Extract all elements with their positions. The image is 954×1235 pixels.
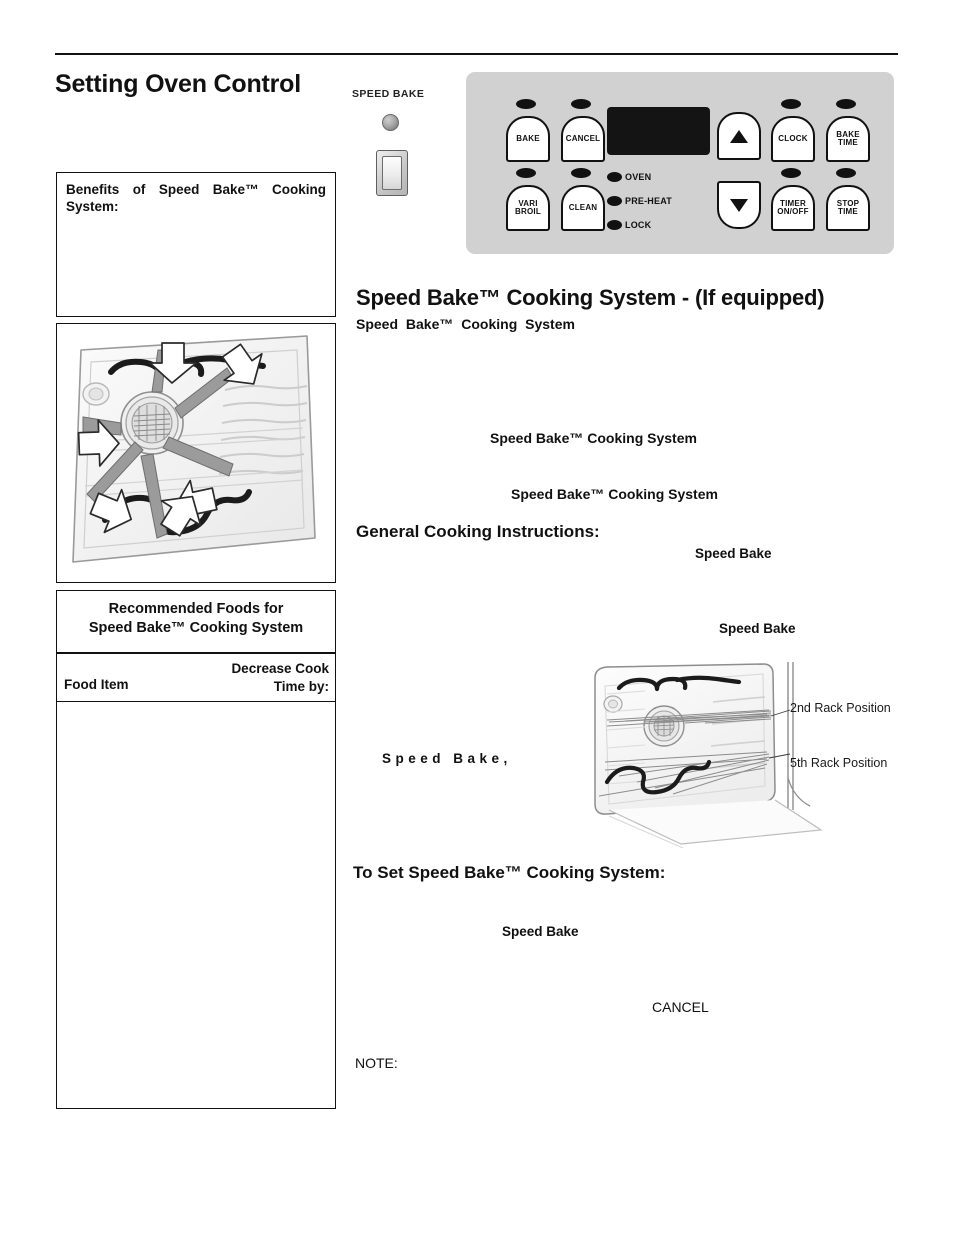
rocker-switch-paddle (382, 156, 402, 190)
body-fragment-6: Speed Bake (502, 924, 579, 939)
led-indicator-clean (571, 168, 591, 178)
status-light-lock: LOCK (607, 220, 651, 230)
bake-button-label: BAKE (516, 133, 540, 143)
stop-time-button[interactable]: STOP TIME (826, 185, 870, 231)
benefits-heading-line1: Benefits of Speed Bake™ Cooking (66, 182, 326, 197)
cancel-button[interactable]: CANCEL (561, 116, 605, 162)
note-label: NOTE: (355, 1055, 398, 1071)
vari-broil-button[interactable]: VARI BROIL (506, 185, 550, 231)
body-fragment-4: Speed Bake (719, 621, 796, 636)
speed-bake-switch-label: SPEED BAKE (352, 88, 425, 100)
oven-rack-illustration (594, 662, 823, 849)
benefits-box: Benefits of Speed Bake™ Cooking System: (56, 172, 336, 317)
oven-lamp-icon (607, 172, 622, 182)
bake-button[interactable]: BAKE (506, 116, 550, 162)
indicator-lamp-icon (382, 114, 399, 131)
foods-table-header-divider (57, 701, 335, 703)
status-light-oven: OVEN (607, 172, 651, 182)
vari-broil-button-label: VARI BROIL (515, 198, 541, 216)
foods-table-divider (57, 652, 335, 654)
pre-heat-lamp-icon (607, 196, 622, 206)
column-header-food-item: Food Item (64, 677, 129, 692)
body-fragment-3: Speed Bake (695, 546, 772, 561)
stop-time-button-label: STOP TIME (836, 198, 860, 216)
led-indicator-bake-time (836, 99, 856, 109)
lock-lamp-icon (607, 220, 622, 230)
oven-rack-diagram: 2nd Rack Position 5th Rack Position (585, 658, 905, 849)
page-top-rule (55, 53, 898, 55)
control-panel-display (607, 107, 710, 155)
pre-heat-label: PRE-HEAT (625, 196, 672, 206)
led-indicator-clock (781, 99, 801, 109)
rack-label-2nd: 2nd Rack Position (790, 701, 891, 715)
benefits-heading-line2: System: (66, 198, 119, 214)
chevron-up-icon (730, 129, 748, 143)
body-fragment-2: Speed Bake™ Cooking System (511, 486, 718, 502)
foods-title-line1: Recommended Foods for (108, 601, 284, 617)
foods-table-header-row: Food Item Decrease Cook Time by: (57, 659, 335, 699)
status-light-pre-heat: PRE-HEAT (607, 196, 672, 206)
foods-table-title: Recommended Foods for Speed Bake™ Cookin… (57, 600, 335, 638)
clean-button[interactable]: CLEAN (561, 185, 605, 231)
timer-button[interactable]: TIMER ON/OFF (771, 185, 815, 231)
cancel-button-label: CANCEL (565, 133, 601, 143)
oven-control-panel: BAKE CANCEL CLOCK BAKE TIME VARI BROIL CLEAN TIM… (466, 72, 894, 254)
foods-title-line2: Speed Bake™ Cooking System (88, 619, 304, 636)
led-indicator-cancel (571, 99, 591, 109)
body-fragment-1: Speed Bake™ Cooking System (490, 430, 697, 446)
led-indicator-stop-time (836, 168, 856, 178)
cancel-keyword: CANCEL (652, 999, 709, 1015)
decrease-arrow-button[interactable] (717, 181, 761, 229)
timer-button-label: TIMER ON/OFF (777, 198, 809, 216)
section-heading: Speed Bake™ Cooking System - (If equippe… (356, 285, 825, 310)
rack-label-5th: 5th Rack Position (790, 756, 888, 770)
led-indicator-vari-broil (516, 168, 536, 178)
clock-button-label: CLOCK (778, 133, 808, 143)
clock-button[interactable]: CLOCK (771, 116, 815, 162)
benefits-heading: Benefits of Speed Bake™ Cooking System: (66, 182, 326, 215)
col-time-line2: Time by: (273, 679, 329, 695)
lock-label: LOCK (625, 220, 652, 230)
bake-time-button-label: BAKE TIME (836, 129, 860, 147)
oven-label: OVEN (625, 172, 652, 182)
column-header-decrease-cook-time: Decrease Cook Time by: (179, 660, 329, 696)
rocker-switch[interactable] (376, 150, 408, 196)
recommended-foods-table: Recommended Foods for Speed Bake™ Cookin… (56, 590, 336, 1109)
body-fragment-5: Speed Bake, (382, 751, 512, 766)
col-time-line1: Decrease Cook (231, 661, 329, 676)
airflow-diagram-box (56, 323, 336, 583)
chevron-down-icon (730, 198, 748, 212)
speed-bake-switch-graphic: SPEED BAKE (352, 88, 434, 203)
led-indicator-bake (516, 99, 536, 109)
general-cooking-instructions-heading: General Cooking Instructions: (356, 522, 600, 541)
bake-time-button[interactable]: BAKE TIME (826, 116, 870, 162)
to-set-speed-bake-heading: To Set Speed Bake™ Cooking System: (353, 863, 666, 882)
airflow-diagram (72, 335, 316, 563)
section-subheading: Speed Bake™ Cooking System (356, 316, 575, 332)
clean-button-label: CLEAN (568, 202, 598, 212)
increase-arrow-button[interactable] (717, 112, 761, 160)
led-indicator-timer (781, 168, 801, 178)
